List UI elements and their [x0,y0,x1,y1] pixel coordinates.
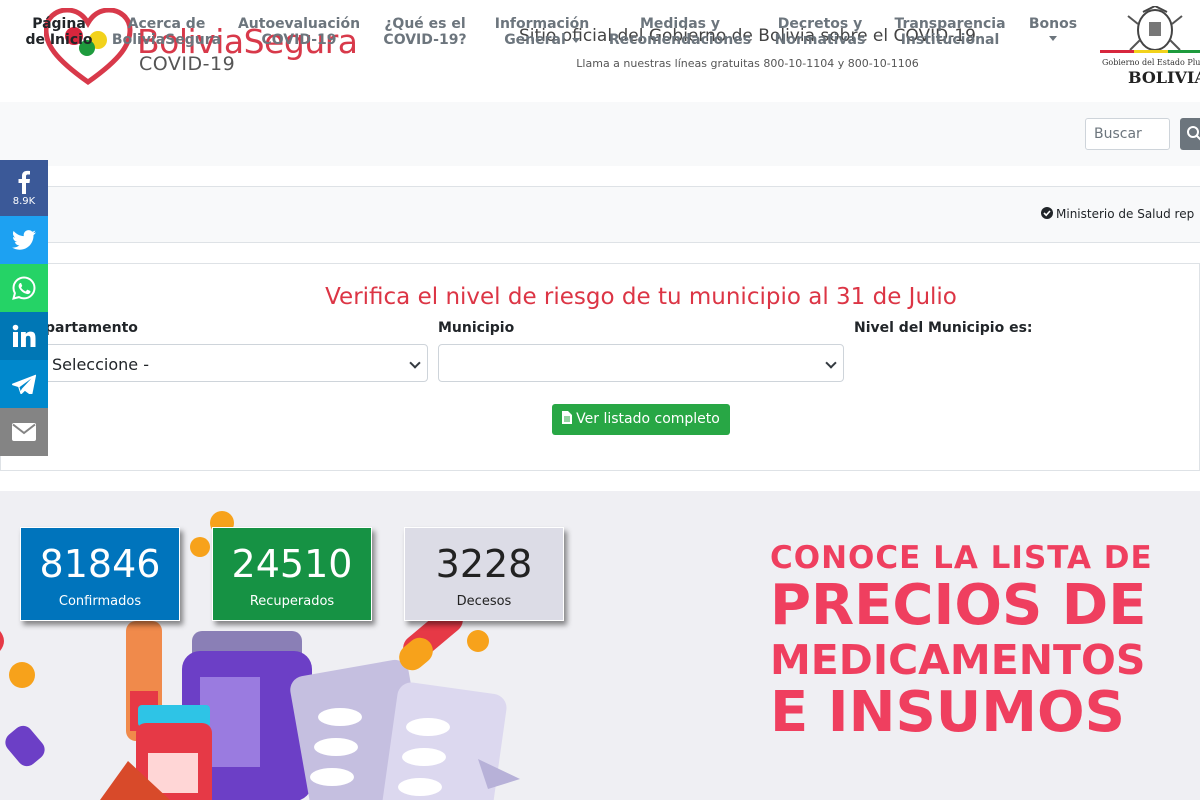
promo-line-2: PRECIOS DE [770,573,1147,638]
nivel-label: Nivel del Municipio es: [854,320,1033,336]
nav-general-info[interactable]: Información General [490,16,594,48]
stat-deaths: 3228 Decesos [404,527,564,621]
full-list-button-label: Ver listado completo [576,411,720,427]
stat-deaths-label: Decesos [456,594,512,609]
share-telegram-button[interactable] [0,360,48,408]
coat-of-arms-icon [1100,6,1200,53]
government-name: Gobierno del Estado Plurinacional [1102,58,1200,67]
ticker-item[interactable]: Ministerio de Salud rep [1041,207,1194,221]
promo-text: CONOCE LA LISTA DE PRECIOS DE MEDICAMENT… [770,543,1153,741]
nav-home[interactable]: Página de Inicio [25,16,93,48]
departamento-select[interactable]: Seleccione - [41,344,428,382]
nav-home-line1: Página [32,16,86,32]
share-facebook-button[interactable]: 8.9K [0,160,48,216]
main-nav [0,102,1200,166]
whatsapp-icon [12,276,36,300]
nav-what-is-covid-line2: COVID-19? [383,32,467,48]
ticker-text: Ministerio de Salud rep [1056,207,1195,221]
share-email-button[interactable] [0,408,48,456]
promo-line-3: MEDICAMENTOS [770,636,1146,684]
search-button[interactable] [1180,118,1200,150]
chevron-down-icon [409,357,421,369]
search-icon [1187,126,1200,141]
stat-confirmed: 81846 Confirmados [20,527,180,621]
country-name: BOLIVIA [1128,68,1200,87]
stat-confirmed-label: Confirmados [58,594,142,609]
telegram-icon [12,374,36,394]
nav-transparency[interactable]: Transparencia Institucional [890,16,1010,48]
departamento-selected: Seleccione - [52,355,149,374]
share-linkedin-button[interactable] [0,312,48,360]
nav-home-line2: de Inicio [25,32,93,48]
nav-about[interactable]: Acerca de BoliviaSegura [110,16,223,48]
phone-note: Llama a nuestras líneas gratuitas 800-10… [576,57,919,70]
search-input[interactable] [1085,118,1170,150]
stat-recovered: 24510 Recuperados [212,527,372,621]
nav-measures[interactable]: Medidas y Recomendaciones [606,16,754,48]
linkedin-icon [12,324,36,347]
nav-what-is-covid-line1: ¿Qué es el [384,16,466,32]
chevron-down-icon [1049,36,1057,41]
facebook-icon [18,170,30,194]
full-list-button[interactable]: Ver listado completo [552,404,730,435]
chevron-down-icon [825,357,837,369]
nav-self-assessment[interactable]: Autoevaluación COVID-19 [236,16,362,48]
promo-line-1: CONOCE LA LISTA DE [770,540,1153,576]
twitter-icon [12,230,36,250]
stat-recovered-value: 24510 [231,542,353,586]
chevron-down-icon [571,37,580,43]
risk-title: Verifica el nivel de riesgo de tu munici… [325,284,957,310]
promo-line-4: E INSUMOS [770,680,1125,745]
stat-recovered-label: Recuperados [249,594,335,609]
brand-subtitle: COVID-19 [139,53,236,75]
share-count: 8.9K [12,195,36,207]
nav-measures-line2: Recomendaciones [608,32,752,48]
share-whatsapp-button[interactable] [0,264,48,312]
nav-decrees-line1: Decretos y [777,16,863,32]
nav-self-assessment-line1: Autoevaluación [237,16,361,32]
nav-bonos-label: Bonos [1028,16,1078,32]
stat-deaths-value: 3228 [435,542,533,586]
stat-confirmed-value: 81846 [39,542,161,586]
nav-general-info-line2: General [504,32,566,48]
government-logo[interactable]: Gobierno del Estado Plurinacional BOLIVI… [1098,6,1200,88]
nav-decrees-line2: Normativas [774,32,866,48]
nav-transparency-line1: Transparencia [894,16,1006,32]
nav-self-assessment-line2: COVID-19 [261,32,337,48]
email-icon [12,423,36,441]
nav-what-is-covid[interactable]: ¿Qué es el COVID-19? [377,16,473,48]
municipio-label: Municipio [438,320,515,336]
nav-about-line1: Acerca de [127,16,206,32]
nav-decrees[interactable]: Decretos y Normativas [770,16,870,48]
nav-bonos[interactable]: Bonos [1027,16,1079,41]
departamento-label: partamento [45,320,138,336]
document-icon [562,411,573,424]
nav-measures-line1: Medidas y [639,16,721,32]
nav-transparency-line2: Institucional [900,32,1000,48]
risk-checker-card: Verifica el nivel de riesgo de tu munici… [0,263,1200,471]
nav-general-info-line1: Información [494,16,590,32]
promo-banner[interactable]: 81846 Confirmados 24510 Recuperados 3228… [0,491,1200,800]
check-circle-icon [1041,207,1053,219]
municipio-select[interactable] [438,344,844,382]
news-ticker: Ministerio de Salud rep [0,186,1200,243]
share-twitter-button[interactable] [0,216,48,264]
nav-about-line2: BoliviaSegura [111,32,222,48]
